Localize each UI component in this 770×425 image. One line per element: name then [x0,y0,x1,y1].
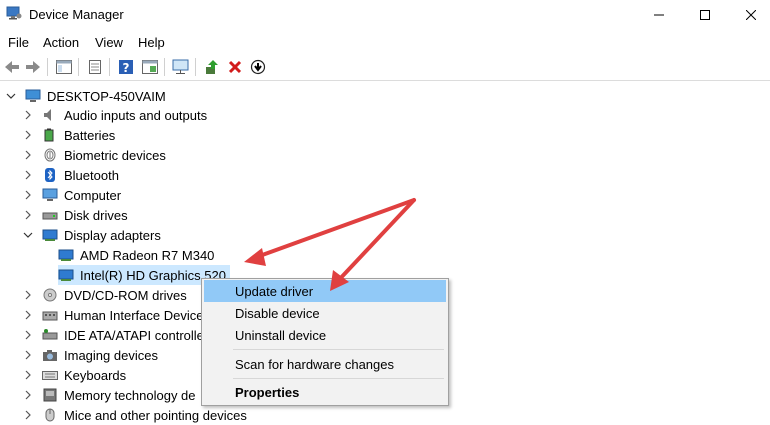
chevron-down-icon[interactable] [23,230,33,240]
tree-item-ide[interactable]: IDE ATA/ATAPI controller [23,325,208,345]
show-hide-tree-button[interactable] [55,58,73,76]
properties-button[interactable] [86,58,104,76]
tree-item-dvd-drives[interactable]: DVD/CD-ROM drives [23,285,187,305]
update-driver-button[interactable] [203,58,221,76]
mouse-icon [42,408,58,422]
close-icon [746,10,756,20]
menu-update-driver[interactable]: Update driver [204,280,446,302]
menu-bar: File Action View Help [0,31,770,53]
scan-monitor-icon [172,59,189,74]
help-button[interactable]: ? [117,58,135,76]
tree-item-mice[interactable]: Mice and other pointing devices [23,405,247,425]
chevron-right-icon[interactable] [23,370,33,380]
show-hide-tree-icon [56,60,72,74]
tree-item-batteries[interactable]: Batteries [23,125,115,145]
scan-button[interactable] [172,58,190,76]
tree-item-bluetooth[interactable]: Bluetooth [23,165,119,185]
ide-controller-icon [42,328,58,342]
context-menu: Update driver Disable device Uninstall d… [201,278,449,406]
tree-item-display-adapters[interactable]: Display adapters [23,225,161,245]
close-button[interactable] [728,0,770,30]
computer-name: DESKTOP-450VAIM [47,88,166,104]
camera-icon [42,348,58,362]
back-arrow-icon [5,61,19,73]
toolbar: ? [0,54,770,81]
bluetooth-icon [42,168,58,182]
tree-root[interactable]: DESKTOP-450VAIM [6,86,166,106]
update-driver-icon [206,60,218,74]
chevron-right-icon[interactable] [23,330,33,340]
fingerprint-icon [42,148,58,162]
tree-item-memory[interactable]: Memory technology de [23,385,196,405]
tree-item-audio[interactable]: Audio inputs and outputs [23,105,207,125]
chevron-right-icon[interactable] [23,210,33,220]
chevron-right-icon[interactable] [23,290,33,300]
device-manager-icon [6,6,22,20]
computer-icon [25,89,41,103]
display-adapter-icon [58,248,74,262]
disable-download-icon [250,59,266,75]
uninstall-button[interactable] [226,58,244,76]
chevron-right-icon[interactable] [23,350,33,360]
disable-button[interactable] [249,58,267,76]
chevron-right-icon[interactable] [23,410,33,420]
maximize-icon [700,10,710,20]
menu-disable-device[interactable]: Disable device [204,302,446,324]
properties-icon [89,60,101,74]
menu-separator [233,378,444,379]
help-icon: ? [119,60,133,75]
chevron-right-icon[interactable] [23,190,33,200]
menu-action[interactable]: Action [43,35,79,50]
title-bar: Device Manager [0,0,770,30]
tree-item-amd-radeon[interactable]: AMD Radeon R7 M340 [58,245,214,265]
disk-drive-icon [42,208,58,222]
chevron-right-icon[interactable] [23,110,33,120]
tree-item-hid[interactable]: Human Interface Device [23,305,203,325]
tree-item-imaging[interactable]: Imaging devices [23,345,158,365]
battery-icon [42,128,58,142]
window-title: Device Manager [29,7,124,22]
uninstall-x-icon [228,60,242,74]
forward-button[interactable] [24,58,42,76]
chevron-right-icon[interactable] [23,170,33,180]
svg-text:?: ? [123,61,130,75]
menu-separator [233,349,444,350]
minimize-button[interactable] [636,0,682,30]
speaker-icon [42,108,58,122]
minimize-icon [654,14,664,16]
dvd-drive-icon [42,288,58,302]
forward-arrow-icon [26,61,40,73]
tree-item-biometric[interactable]: Biometric devices [23,145,166,165]
display-adapter-icon [58,268,74,282]
menu-view[interactable]: View [95,35,123,50]
menu-properties[interactable]: Properties [204,381,446,403]
monitor-icon [42,188,58,202]
tree-item-keyboards[interactable]: Keyboards [23,365,126,385]
view-button[interactable] [141,58,159,76]
menu-uninstall-device[interactable]: Uninstall device [204,324,446,346]
memory-card-icon [42,388,58,402]
tree-item-disk-drives[interactable]: Disk drives [23,205,128,225]
tree-item-computer[interactable]: Computer [23,185,121,205]
display-adapter-icon [42,228,58,242]
view-icon [142,60,158,74]
menu-help[interactable]: Help [138,35,165,50]
menu-scan-hardware[interactable]: Scan for hardware changes [204,353,446,375]
maximize-button[interactable] [682,0,728,30]
keyboard-icon [42,368,58,382]
chevron-down-icon[interactable] [6,91,16,101]
back-button[interactable] [3,58,21,76]
chevron-right-icon[interactable] [23,310,33,320]
hid-icon [42,308,58,322]
menu-file[interactable]: File [8,35,29,50]
chevron-right-icon[interactable] [23,130,33,140]
chevron-right-icon[interactable] [23,150,33,160]
chevron-right-icon[interactable] [23,390,33,400]
